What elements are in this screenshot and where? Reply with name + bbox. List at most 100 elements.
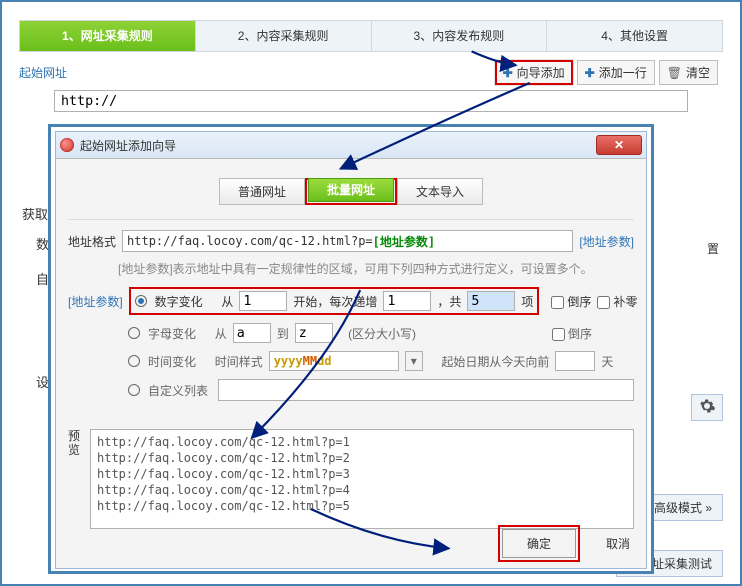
letter-to-input[interactable] <box>295 323 333 343</box>
day-unit: 天 <box>601 353 613 370</box>
trash-icon: 🗑 <box>667 66 682 80</box>
preview-label: 预 览 <box>68 429 84 529</box>
step-tab-2-label: 2、内容采集规则 <box>238 29 329 43</box>
opt-letter-label: 字母变化 <box>148 325 196 342</box>
advanced-mode-button[interactable]: 高级模式 » <box>643 494 723 521</box>
cancel-button[interactable]: 取消 <box>600 530 636 557</box>
step-tab-3-label: 3、内容发布规则 <box>414 29 505 43</box>
preview-line: http://faq.locoy.com/qc-12.html?p=1 <box>97 434 627 450</box>
add-row-button[interactable]: ✚ 添加一行 <box>577 60 655 85</box>
format-prefix: http://faq.locoy.com/qc-12.html?p= <box>127 234 373 248</box>
close-icon: ✕ <box>614 138 624 152</box>
param-custom-row: 自定义列表 <box>128 379 634 401</box>
wizard-add-label: 向导添加 <box>517 64 565 81</box>
format-param-token: [地址参数] <box>373 233 435 250</box>
tab-batch-url[interactable]: 批量网址 <box>308 178 394 202</box>
wizard-add-button[interactable]: ✚ 向导添加 <box>495 60 573 85</box>
letter-to-label: 到 <box>277 325 289 342</box>
opt-custom-radio[interactable] <box>128 384 140 396</box>
dialog-close-button[interactable]: ✕ <box>596 135 642 155</box>
preview-line: http://faq.locoy.com/qc-12.html?p=5 <box>97 498 627 514</box>
preview-line: http://faq.locoy.com/qc-12.html?p=3 <box>97 466 627 482</box>
letter-from-label: 从 <box>215 325 227 342</box>
date-dropdown-icon[interactable]: ▾ <box>405 351 423 371</box>
start-url-label: 起始网址 <box>19 64 67 81</box>
days-before-input[interactable] <box>555 351 595 371</box>
step-value-input[interactable] <box>383 291 431 311</box>
time-y: yyyy <box>274 354 303 368</box>
start-url-input[interactable] <box>54 90 688 112</box>
format-label: 地址格式 <box>68 233 116 250</box>
gear-icon <box>698 397 716 415</box>
format-hint: [地址参数]表示地址中具有一定规律性的区域，可用下列四种方式进行定义，可设置多个… <box>118 260 634 277</box>
dialog-actions: 确定 取消 <box>498 525 636 562</box>
opt-letter-radio[interactable] <box>128 327 140 339</box>
steps-bar: 1、网址采集规则 2、内容采集规则 3、内容发布规则 4、其他设置 <box>19 20 723 52</box>
settings-gear-button[interactable] <box>691 394 723 421</box>
param-time-row: 时间变化 时间样式 yyyyMMdd ▾ 起始日期从今天向前 天 <box>128 351 634 371</box>
plus-icon: ✚ <box>585 66 595 80</box>
reverse-label: 倒序 <box>567 295 591 309</box>
time-fmt-input[interactable]: yyyyMMdd <box>269 351 399 371</box>
time-m: MM <box>303 354 317 368</box>
from-value-input[interactable] <box>239 291 287 311</box>
opt-custom-label: 自定义列表 <box>148 382 208 399</box>
param-number-row: [地址参数] 数字变化 从 开始，每次递增 ，共 项 倒序 <box>68 287 634 315</box>
padzero-check-wrap[interactable]: 补零 <box>597 293 637 310</box>
reverse-check-wrap[interactable]: 倒序 <box>551 293 591 310</box>
reverse-checkbox[interactable] <box>551 296 564 309</box>
from-label: 从 <box>221 293 233 310</box>
insert-param-link[interactable]: [地址参数] <box>579 233 634 250</box>
bg-label-get: 获取 <box>22 204 48 223</box>
param-label: [地址参数] <box>68 293 123 310</box>
dialog-title: 起始网址添加向导 <box>80 137 176 154</box>
plus-icon: ✚ <box>503 66 513 80</box>
tab-batch-url-label: 批量网址 <box>327 183 375 197</box>
time-d: dd <box>317 354 331 368</box>
format-input[interactable]: http://faq.locoy.com/qc-12.html?p=[地址参数] <box>122 230 573 252</box>
clear-label: 清空 <box>686 64 710 81</box>
main-window: 1、网址采集规则 2、内容采集规则 3、内容发布规则 4、其他设置 起始网址 ✚… <box>4 4 738 582</box>
add-row-label: 添加一行 <box>599 64 647 81</box>
custom-list-input[interactable] <box>218 379 634 401</box>
param-letter-row: 字母变化 从 到 (区分大小写) 倒序 <box>128 323 634 343</box>
step-label: 开始，每次递增 <box>293 293 377 310</box>
case-note: (区分大小写) <box>348 325 416 342</box>
ok-label: 确定 <box>527 537 551 551</box>
padzero-label: 补零 <box>613 295 637 309</box>
letter-reverse-wrap[interactable]: 倒序 <box>552 325 592 342</box>
tab-text-import[interactable]: 文本导入 <box>397 178 483 205</box>
time-fmt-label: 时间样式 <box>215 353 263 370</box>
preview-line: http://faq.locoy.com/qc-12.html?p=2 <box>97 450 627 466</box>
ok-button[interactable]: 确定 <box>502 529 576 558</box>
bg-label-config: 置 <box>707 240 719 257</box>
total-value-input[interactable] <box>467 291 515 311</box>
opt-time-label: 时间变化 <box>148 353 196 370</box>
padzero-checkbox[interactable] <box>597 296 610 309</box>
opt-time-radio[interactable] <box>128 355 140 367</box>
step-tab-3[interactable]: 3、内容发布规则 <box>372 21 548 51</box>
preview-row: 预 览 http://faq.locoy.com/qc-12.html?p=1 … <box>68 429 634 529</box>
unit-label: 项 <box>521 293 533 310</box>
preview-line: http://faq.locoy.com/qc-12.html?p=4 <box>97 482 627 498</box>
dialog-body: 普通网址 批量网址 文本导入 地址格式 http://faq.locoy.com… <box>56 158 646 568</box>
opt-number-radio[interactable] <box>135 295 147 307</box>
preview-box[interactable]: http://faq.locoy.com/qc-12.html?p=1 http… <box>90 429 634 529</box>
tab-text-import-label: 文本导入 <box>416 185 464 199</box>
tab-normal-url[interactable]: 普通网址 <box>219 178 305 205</box>
step-tab-2[interactable]: 2、内容采集规则 <box>196 21 372 51</box>
opt-number-label: 数字变化 <box>155 293 203 310</box>
letter-from-input[interactable] <box>233 323 271 343</box>
dialog-titlebar: 起始网址添加向导 ✕ <box>56 132 646 159</box>
app-icon <box>60 138 74 152</box>
step-tab-4-label: 4、其他设置 <box>601 29 668 43</box>
format-row: 地址格式 http://faq.locoy.com/qc-12.html?p=[… <box>68 230 634 252</box>
top-buttons: ✚ 向导添加 ✚ 添加一行 🗑 清空 <box>495 60 718 85</box>
step-tab-1[interactable]: 1、网址采集规则 <box>20 21 196 51</box>
step-tab-4[interactable]: 4、其他设置 <box>547 21 722 51</box>
start-url-input-wrap <box>54 90 688 112</box>
number-change-group-highlight: 数字变化 从 开始，每次递增 ，共 项 <box>129 287 540 315</box>
clear-button[interactable]: 🗑 清空 <box>659 60 718 85</box>
letter-reverse-checkbox[interactable] <box>552 328 565 341</box>
time-start-label: 起始日期从今天向前 <box>441 353 549 370</box>
